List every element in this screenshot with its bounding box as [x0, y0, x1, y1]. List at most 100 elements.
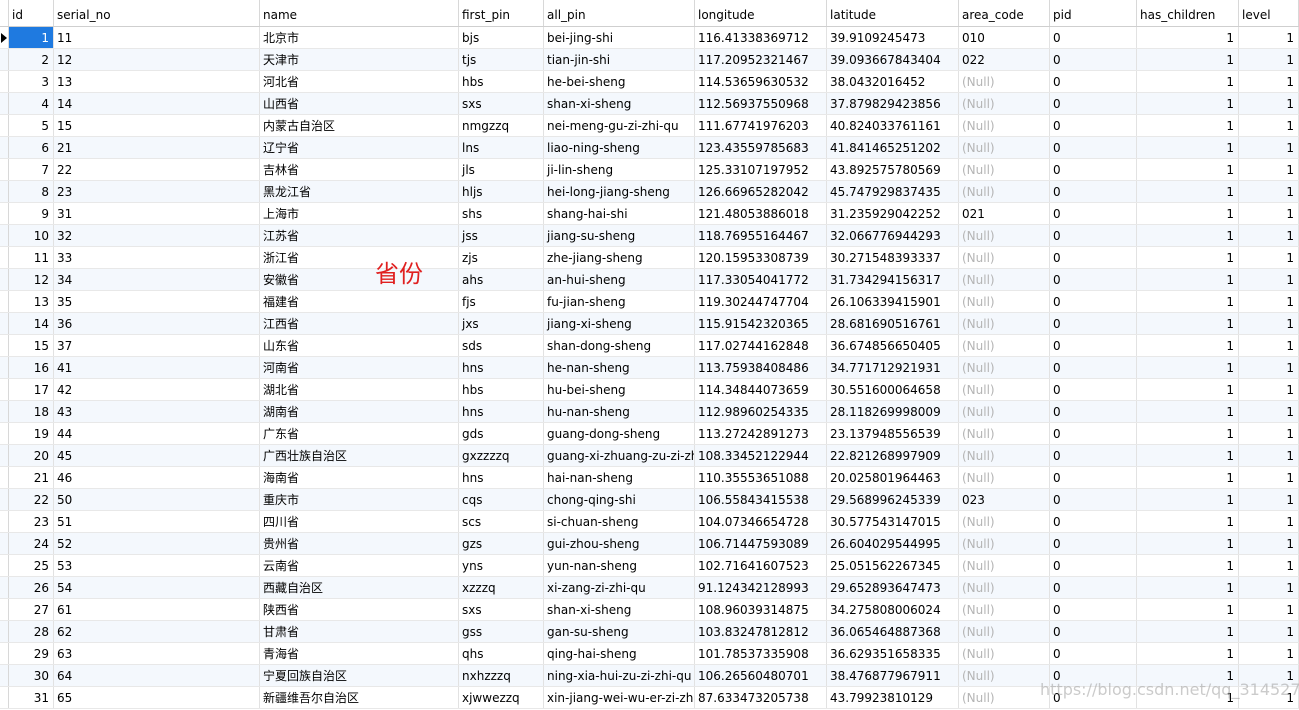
cell-serial-no[interactable]: 43: [54, 401, 260, 422]
cell-id[interactable]: 28: [9, 621, 54, 642]
cell-has-children[interactable]: 1: [1137, 577, 1239, 598]
cell-level[interactable]: 1: [1239, 599, 1299, 620]
cell-name[interactable]: 上海市: [260, 203, 459, 224]
cell-name[interactable]: 北京市: [260, 27, 459, 48]
cell-first-pin[interactable]: lns: [459, 137, 544, 158]
cell-has-children[interactable]: 1: [1137, 401, 1239, 422]
cell-level[interactable]: 1: [1239, 621, 1299, 642]
cell-id[interactable]: 11: [9, 247, 54, 268]
cell-first-pin[interactable]: qhs: [459, 643, 544, 664]
row-indicator[interactable]: [0, 577, 9, 598]
cell-level[interactable]: 1: [1239, 203, 1299, 224]
cell-serial-no[interactable]: 44: [54, 423, 260, 444]
cell-first-pin[interactable]: nxhzzzq: [459, 665, 544, 686]
column-header-name[interactable]: name: [260, 0, 459, 26]
table-row[interactable]: 18 43 湖南省 hns hu-nan-sheng 112.98960254335 28.…: [0, 401, 1299, 423]
cell-all-pin[interactable]: fu-jian-sheng: [544, 291, 695, 312]
cell-serial-no[interactable]: 15: [54, 115, 260, 136]
cell-area-code[interactable]: (Null): [959, 467, 1050, 488]
table-row[interactable]: 5 15 内蒙古自治区 nmgzzq nei-meng-gu-zi-zhi-qu 111.…: [0, 115, 1299, 137]
cell-has-children[interactable]: 1: [1137, 115, 1239, 136]
cell-name[interactable]: 青海省: [260, 643, 459, 664]
cell-level[interactable]: 1: [1239, 137, 1299, 158]
cell-pid[interactable]: 0: [1050, 489, 1137, 510]
cell-pid[interactable]: 0: [1050, 313, 1137, 334]
cell-area-code[interactable]: (Null): [959, 445, 1050, 466]
cell-has-children[interactable]: 1: [1137, 467, 1239, 488]
cell-name[interactable]: 天津市: [260, 49, 459, 70]
cell-longitude[interactable]: 117.33054041772: [695, 269, 827, 290]
cell-all-pin[interactable]: shan-xi-sheng: [544, 93, 695, 114]
cell-has-children[interactable]: 1: [1137, 137, 1239, 158]
cell-all-pin[interactable]: he-bei-sheng: [544, 71, 695, 92]
cell-all-pin[interactable]: gan-su-sheng: [544, 621, 695, 642]
cell-id[interactable]: 19: [9, 423, 54, 444]
cell-longitude[interactable]: 119.30244747704: [695, 291, 827, 312]
cell-name[interactable]: 安徽省: [260, 269, 459, 290]
cell-id[interactable]: 22: [9, 489, 54, 510]
cell-area-code[interactable]: (Null): [959, 225, 1050, 246]
cell-area-code[interactable]: (Null): [959, 335, 1050, 356]
row-indicator[interactable]: [0, 93, 9, 114]
cell-pid[interactable]: 0: [1050, 115, 1137, 136]
cell-first-pin[interactable]: jxs: [459, 313, 544, 334]
cell-serial-no[interactable]: 23: [54, 181, 260, 202]
cell-all-pin[interactable]: xi-zang-zi-zhi-qu: [544, 577, 695, 598]
cell-serial-no[interactable]: 50: [54, 489, 260, 510]
cell-name[interactable]: 湖南省: [260, 401, 459, 422]
cell-serial-no[interactable]: 52: [54, 533, 260, 554]
cell-id[interactable]: 31: [9, 687, 54, 708]
cell-id[interactable]: 1: [9, 27, 54, 48]
table-row[interactable]: 6 21 辽宁省 lns liao-ning-sheng 123.43559785683 4…: [0, 137, 1299, 159]
cell-pid[interactable]: 0: [1050, 577, 1137, 598]
cell-area-code[interactable]: (Null): [959, 291, 1050, 312]
cell-area-code[interactable]: (Null): [959, 269, 1050, 290]
cell-id[interactable]: 4: [9, 93, 54, 114]
cell-longitude[interactable]: 116.41338369712: [695, 27, 827, 48]
cell-id[interactable]: 21: [9, 467, 54, 488]
table-row[interactable]: 19 44 广东省 gds guang-dong-sheng 113.2724289127…: [0, 423, 1299, 445]
cell-all-pin[interactable]: xin-jiang-wei-wu-er-zi-zhi-: [544, 687, 695, 708]
cell-first-pin[interactable]: sxs: [459, 93, 544, 114]
table-row[interactable]: 21 46 海南省 hns hai-nan-sheng 110.35553651088 20…: [0, 467, 1299, 489]
cell-area-code[interactable]: 021: [959, 203, 1050, 224]
cell-area-code[interactable]: (Null): [959, 599, 1050, 620]
cell-pid[interactable]: 0: [1050, 27, 1137, 48]
cell-longitude[interactable]: 117.02744162848: [695, 335, 827, 356]
cell-first-pin[interactable]: sds: [459, 335, 544, 356]
cell-first-pin[interactable]: tjs: [459, 49, 544, 70]
cell-serial-no[interactable]: 63: [54, 643, 260, 664]
cell-id[interactable]: 26: [9, 577, 54, 598]
row-indicator[interactable]: [0, 511, 9, 532]
cell-first-pin[interactable]: hbs: [459, 379, 544, 400]
row-indicator[interactable]: [0, 49, 9, 70]
cell-serial-no[interactable]: 22: [54, 159, 260, 180]
cell-first-pin[interactable]: gss: [459, 621, 544, 642]
cell-pid[interactable]: 0: [1050, 599, 1137, 620]
row-indicator[interactable]: [0, 137, 9, 158]
cell-level[interactable]: 1: [1239, 49, 1299, 70]
cell-name[interactable]: 福建省: [260, 291, 459, 312]
cell-latitude[interactable]: 26.604029544995: [827, 533, 959, 554]
cell-first-pin[interactable]: jss: [459, 225, 544, 246]
cell-first-pin[interactable]: gzs: [459, 533, 544, 554]
cell-serial-no[interactable]: 45: [54, 445, 260, 466]
cell-has-children[interactable]: 1: [1137, 225, 1239, 246]
cell-longitude[interactable]: 112.56937550968: [695, 93, 827, 114]
current-row-arrow-icon[interactable]: [0, 27, 9, 48]
cell-all-pin[interactable]: gui-zhou-sheng: [544, 533, 695, 554]
cell-longitude[interactable]: 113.75938408486: [695, 357, 827, 378]
cell-serial-no[interactable]: 21: [54, 137, 260, 158]
cell-latitude[interactable]: 25.051562267345: [827, 555, 959, 576]
cell-level[interactable]: 1: [1239, 247, 1299, 268]
cell-has-children[interactable]: 1: [1137, 269, 1239, 290]
cell-area-code[interactable]: (Null): [959, 115, 1050, 136]
cell-level[interactable]: 1: [1239, 511, 1299, 532]
cell-id[interactable]: 16: [9, 357, 54, 378]
row-indicator[interactable]: [0, 71, 9, 92]
cell-id[interactable]: 13: [9, 291, 54, 312]
cell-longitude[interactable]: 108.33452122944: [695, 445, 827, 466]
cell-pid[interactable]: 0: [1050, 71, 1137, 92]
cell-latitude[interactable]: 36.674856650405: [827, 335, 959, 356]
cell-pid[interactable]: 0: [1050, 93, 1137, 114]
